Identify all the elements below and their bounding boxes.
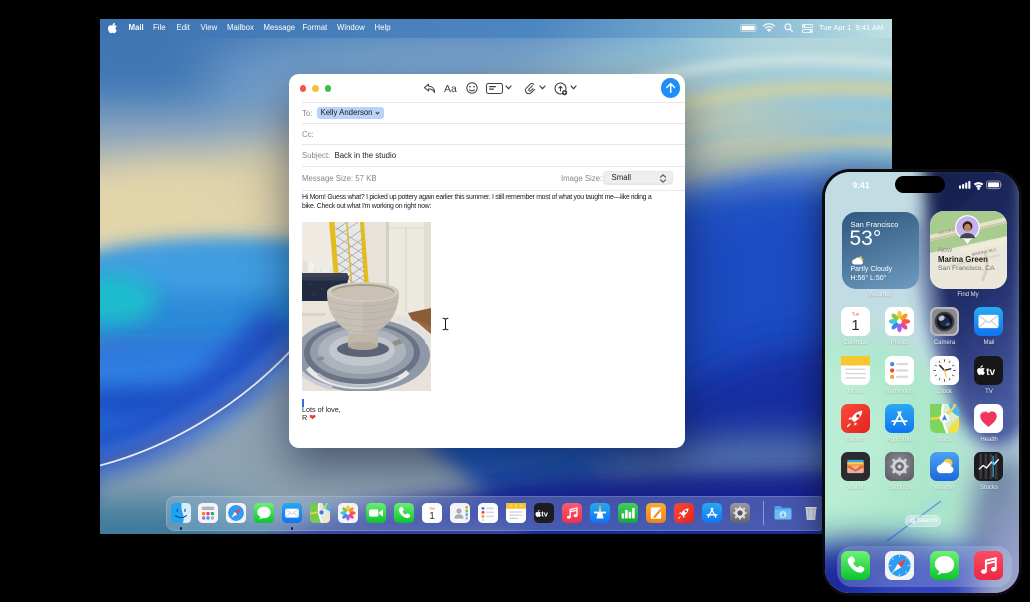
svg-text:Tue: Tue bbox=[851, 311, 859, 316]
svg-text:tv: tv bbox=[986, 367, 995, 378]
svg-text:tv: tv bbox=[541, 510, 548, 519]
svg-text:1: 1 bbox=[429, 510, 435, 522]
svg-text:1: 1 bbox=[851, 317, 859, 334]
